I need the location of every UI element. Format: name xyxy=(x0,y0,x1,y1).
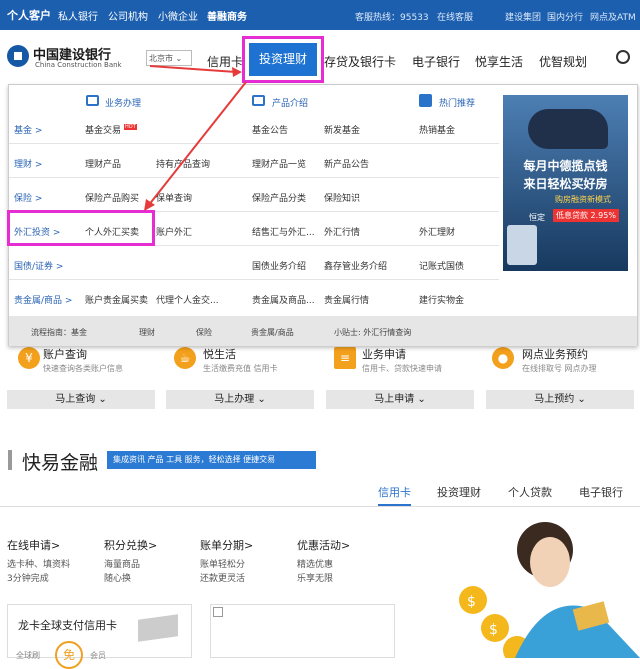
broken-image xyxy=(210,604,395,658)
broken-image-icon xyxy=(213,607,223,617)
feature-promo-l1: 精选优惠 xyxy=(297,560,334,570)
feature-installment-l1: 账单轻松分 xyxy=(200,560,246,570)
feature-promo[interactable]: 优惠活动> xyxy=(297,537,350,553)
card-big: 免 xyxy=(55,641,83,669)
feature-installment[interactable]: 账单分期> xyxy=(200,537,253,553)
feature-installment-l2: 还款更灵活 xyxy=(200,574,246,584)
card-title: 龙卡全球支付信用卡 xyxy=(18,619,117,632)
feature-points[interactable]: 积分兑换> xyxy=(104,537,157,553)
card-image xyxy=(138,614,178,642)
arrow-head xyxy=(232,67,242,77)
arrow-line xyxy=(147,81,247,207)
feature-points-l2: 随心换 xyxy=(104,574,132,584)
svg-text:$: $ xyxy=(489,622,498,638)
feature-apply[interactable]: 在线申请> xyxy=(7,537,60,553)
arrow-line xyxy=(149,65,237,73)
section-badge: 集成资讯 产品 工具 服务，轻松选择 便捷交易 xyxy=(107,451,316,469)
feature-apply-l1: 选卡种、填资料 xyxy=(7,560,71,570)
tab-ebank[interactable]: 电子银行 xyxy=(579,484,623,500)
section-title: 快易金融 xyxy=(22,452,99,474)
section-marker xyxy=(8,450,12,470)
tab-loan[interactable]: 个人贷款 xyxy=(508,484,552,500)
feature-points-l1: 海量商品 xyxy=(104,560,141,570)
credit-card-promo[interactable]: 龙卡全球支付信用卡 全球刷 免 会员 xyxy=(7,604,192,669)
woman-coins-image: $ $ xyxy=(459,522,640,658)
tab-investment[interactable]: 投资理财 xyxy=(437,484,481,500)
feature-promo-l2: 乐享无限 xyxy=(297,574,334,584)
divider xyxy=(0,506,640,507)
tab-credit-card[interactable]: 信用卡 xyxy=(378,484,411,506)
card-sub2: 会员 xyxy=(90,651,106,660)
svg-text:$: $ xyxy=(467,594,476,610)
card-sub1: 全球刷 xyxy=(16,651,40,660)
feature-apply-l2: 3分钟完成 xyxy=(7,574,49,584)
